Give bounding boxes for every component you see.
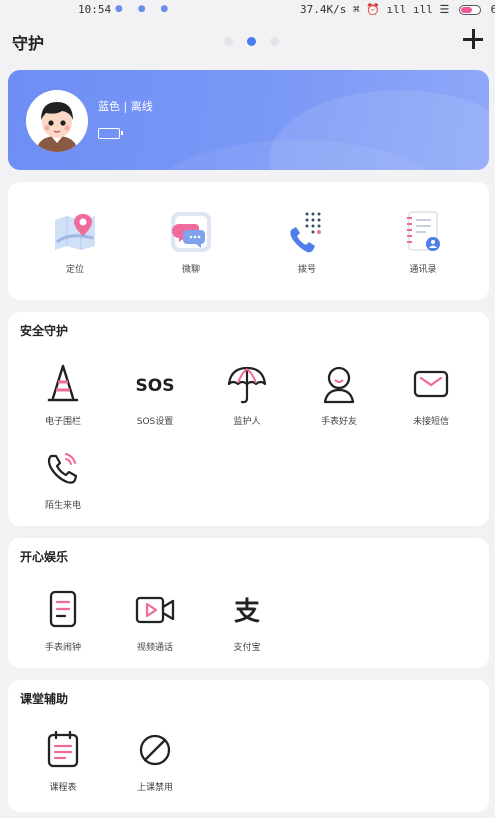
section-title-classroom: 课堂辅助 bbox=[20, 692, 69, 706]
dial-phone-icon bbox=[290, 212, 321, 253]
fun-item-label: 支付宝 bbox=[233, 643, 261, 653]
quick-action-dial[interactable]: 拨号 bbox=[262, 208, 352, 275]
traffic-cone-icon bbox=[47, 364, 79, 402]
envelope-icon bbox=[413, 370, 449, 398]
fun-item-video-call[interactable]: 视频通话 bbox=[110, 586, 200, 653]
quick-action-location[interactable]: 定位 bbox=[30, 208, 120, 275]
battery-icon bbox=[459, 5, 482, 15]
page-dot-3[interactable] bbox=[270, 37, 279, 46]
app-header: 守护 bbox=[0, 22, 495, 66]
device-battery-icon bbox=[98, 128, 123, 139]
status-right: 37.4K/s ⌘ ⏰ ıll ıll ☰ 62s bbox=[300, 3, 495, 16]
safety-item-label: 未接短信 bbox=[412, 417, 449, 427]
sos-icon: SOS bbox=[136, 376, 175, 396]
page-indicator[interactable] bbox=[224, 37, 279, 46]
fun-item-alipay[interactable]: 支 支付宝 bbox=[202, 586, 292, 653]
profile-card[interactable]: 蓝色 | 离线 bbox=[8, 70, 489, 170]
notification-dots: ● ● ● bbox=[115, 4, 175, 14]
fun-item-label: 视频通话 bbox=[136, 643, 173, 653]
quick-action-label: 微聊 bbox=[181, 265, 200, 275]
fun-section: 开心娱乐 手表闹钟 视频通话 支 支付宝 bbox=[8, 538, 489, 668]
classroom-item-label: 上课禁用 bbox=[136, 783, 173, 793]
safety-item-guardian[interactable]: 监护人 bbox=[202, 360, 292, 427]
safety-item-stranger-call[interactable]: 陌生来电 bbox=[18, 444, 108, 511]
device-name-status: 蓝色 | 离线 bbox=[98, 100, 153, 113]
schedule-icon bbox=[47, 730, 79, 768]
child-avatar-icon bbox=[26, 90, 88, 152]
safety-item-friends[interactable]: 手表好友 bbox=[294, 360, 384, 427]
section-title-safety: 安全守护 bbox=[20, 324, 69, 338]
contacts-book-icon bbox=[407, 211, 440, 251]
page-dot-1[interactable] bbox=[224, 37, 233, 46]
quick-action-label: 通讯录 bbox=[409, 265, 437, 275]
add-icon[interactable] bbox=[460, 26, 486, 52]
status-bar: 10:54 ● ● ● 37.4K/s ⌘ ⏰ ıll ıll ☰ 62s bbox=[0, 0, 495, 22]
quick-action-label: 定位 bbox=[65, 265, 84, 275]
forbidden-icon bbox=[139, 734, 171, 766]
quick-action-chat[interactable]: 微聊 bbox=[146, 208, 236, 275]
safety-section: 安全守护 电子围栏 SOS SOS设置 监护人 手表好友 未接短信 陌生来电 bbox=[8, 312, 489, 526]
video-call-icon bbox=[135, 596, 175, 624]
incoming-call-icon bbox=[47, 453, 78, 484]
safety-item-messages[interactable]: 未接短信 bbox=[386, 360, 476, 427]
classroom-item-class-mode[interactable]: 上课禁用 bbox=[110, 726, 200, 793]
battery-text: 62s bbox=[490, 3, 495, 16]
safety-item-sos[interactable]: SOS SOS设置 bbox=[110, 360, 200, 427]
person-icon bbox=[323, 366, 355, 404]
document-icon bbox=[49, 590, 77, 628]
quick-action-label: 拨号 bbox=[297, 265, 316, 275]
safety-item-label: 电子围栏 bbox=[44, 417, 81, 427]
fun-item-alarm[interactable]: 手表闹钟 bbox=[18, 586, 108, 653]
safety-item-label: 监护人 bbox=[233, 417, 261, 427]
safety-item-label: 手表好友 bbox=[320, 417, 357, 427]
quick-actions-card: 定位 微聊 拨号 通讯录 bbox=[8, 182, 489, 300]
avatar[interactable] bbox=[26, 90, 88, 152]
map-location-icon bbox=[55, 214, 95, 250]
status-time: 10:54 bbox=[78, 3, 112, 16]
svg-text:SOS: SOS bbox=[136, 376, 175, 396]
quick-action-contacts[interactable]: 通讯录 bbox=[378, 208, 468, 275]
classroom-section: 课堂辅助 课程表 上课禁用 bbox=[8, 680, 489, 812]
classroom-item-schedule[interactable]: 课程表 bbox=[18, 726, 108, 793]
status-indicators: 37.4K/s ⌘ ⏰ ıll ıll ☰ bbox=[300, 3, 450, 16]
safety-item-fence[interactable]: 电子围栏 bbox=[18, 360, 108, 427]
page-dot-2[interactable] bbox=[247, 37, 256, 46]
safety-item-label: 陌生来电 bbox=[44, 501, 81, 511]
umbrella-icon bbox=[227, 366, 267, 404]
classroom-item-label: 课程表 bbox=[49, 783, 77, 793]
safety-item-label: SOS设置 bbox=[136, 417, 174, 427]
chat-bubble-icon bbox=[171, 212, 211, 252]
fun-item-label: 手表闹钟 bbox=[44, 643, 81, 653]
svg-text:支: 支 bbox=[234, 597, 260, 627]
alipay-icon: 支 bbox=[234, 597, 260, 627]
page-title: 守护 bbox=[12, 34, 45, 53]
section-title-fun: 开心娱乐 bbox=[20, 550, 69, 564]
